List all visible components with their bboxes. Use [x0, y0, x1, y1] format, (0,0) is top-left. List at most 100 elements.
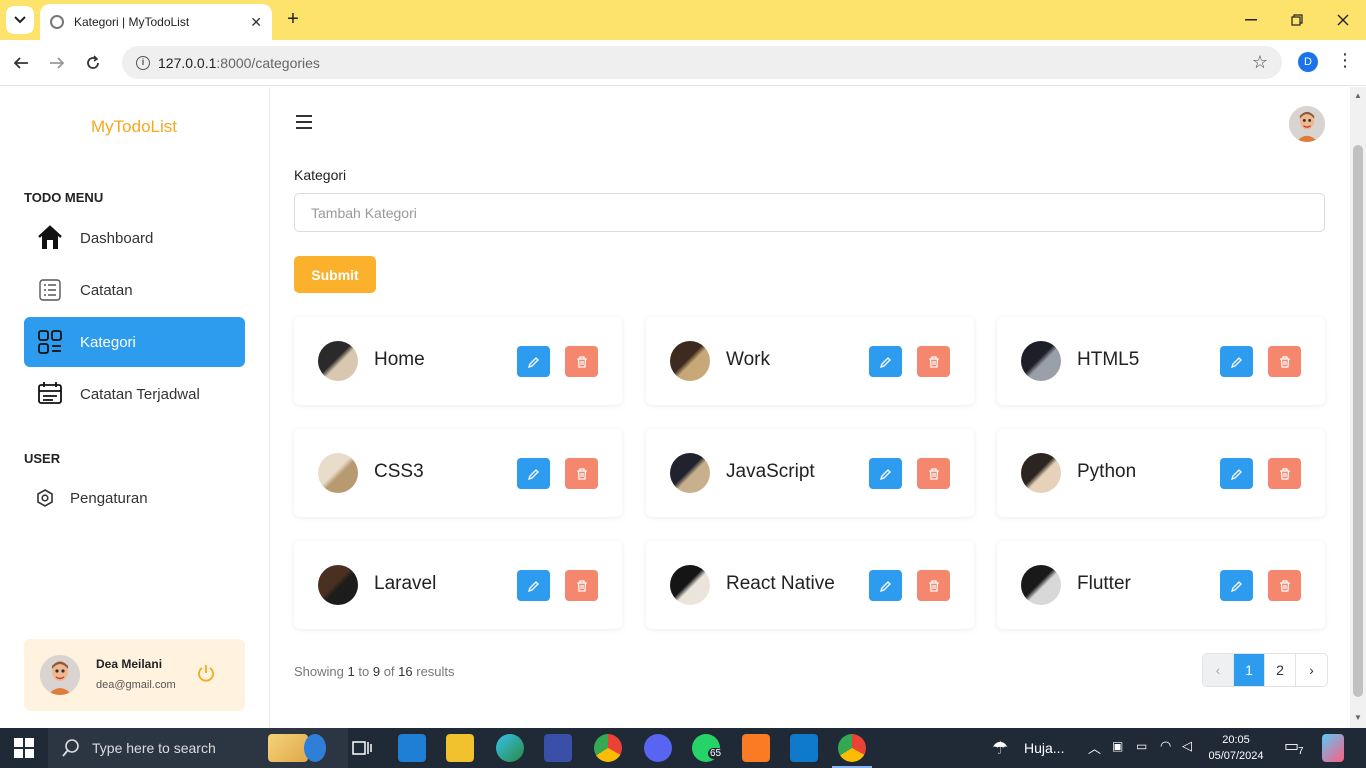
category-input[interactable] — [294, 193, 1325, 232]
tab-search-button[interactable] — [6, 6, 34, 34]
delete-category-button[interactable] — [565, 458, 598, 489]
trash-icon — [576, 579, 587, 592]
edit-icon — [1230, 468, 1242, 480]
user-email: dea@gmail.com — [96, 679, 176, 691]
discord-icon[interactable] — [644, 734, 672, 762]
mail-app-icon[interactable] — [398, 734, 426, 762]
file-explorer-icon[interactable] — [446, 734, 474, 762]
pagination-next[interactable]: › — [1296, 654, 1327, 686]
trash-icon — [928, 579, 939, 592]
whatsapp-icon[interactable]: 65 — [692, 734, 724, 762]
sidebar-item-pengaturan[interactable]: Pengaturan — [24, 473, 245, 523]
notification-icon[interactable]: ▭ — [1284, 736, 1299, 756]
globe-icon — [50, 15, 64, 29]
delete-category-button[interactable] — [1268, 458, 1301, 489]
power-icon[interactable] — [196, 663, 216, 683]
chrome-icon[interactable] — [594, 734, 622, 762]
scroll-thumb[interactable] — [1353, 145, 1363, 697]
edit-category-button[interactable] — [869, 570, 902, 601]
scroll-down-icon[interactable]: ▼ — [1354, 713, 1362, 722]
browser-profile-avatar[interactable]: D — [1298, 52, 1318, 72]
clock[interactable]: 20:05 05/07/2024 — [1206, 732, 1266, 764]
copilot-tray-icon[interactable] — [1322, 734, 1344, 762]
tray-meet-icon[interactable]: ▣ — [1112, 739, 1123, 753]
delete-category-button[interactable] — [917, 346, 950, 377]
edit-icon — [527, 356, 539, 368]
menu-toggle-icon[interactable] — [296, 115, 312, 129]
page-scrollbar[interactable]: ▲ ▼ — [1350, 87, 1366, 728]
edit-category-button[interactable] — [1220, 570, 1253, 601]
trash-icon — [928, 467, 939, 480]
wifi-icon[interactable]: ◠ — [1160, 738, 1171, 754]
edit-category-button[interactable] — [869, 346, 902, 377]
search-icon — [62, 739, 79, 757]
delete-category-button[interactable] — [565, 570, 598, 601]
sidebar-item-catatan-terjadwal[interactable]: Catatan Terjadwal — [24, 369, 245, 419]
category-card: CSS3 — [294, 429, 622, 517]
edit-category-button[interactable] — [1220, 458, 1253, 489]
sidebar-item-label: Dashboard — [80, 229, 154, 247]
minimize-button[interactable] — [1236, 8, 1266, 32]
task-view-icon[interactable] — [348, 734, 376, 762]
sidebar-item-label: Catatan — [80, 281, 133, 299]
app-launcher-icon[interactable] — [544, 734, 572, 762]
edit-category-button[interactable] — [869, 458, 902, 489]
sidebar-item-label: Catatan Terjadwal — [80, 385, 200, 403]
tray-chevron-icon[interactable]: ︿ — [1088, 738, 1101, 757]
delete-category-button[interactable] — [917, 458, 950, 489]
windows-start-icon[interactable] — [14, 738, 34, 758]
weather-text[interactable]: Huja... — [1024, 740, 1064, 756]
site-info-icon[interactable]: i — [136, 55, 150, 70]
address-bar[interactable]: i 127.0.0.1:8000/categories ☆ — [122, 46, 1282, 79]
tab-close-icon[interactable]: ✕ — [250, 14, 262, 31]
edge-browser-icon[interactable] — [496, 734, 524, 762]
volume-icon[interactable]: ◁ — [1182, 738, 1192, 754]
pagination-page-1[interactable]: 1 — [1234, 654, 1265, 686]
edit-category-button[interactable] — [517, 346, 550, 377]
category-name: CSS3 — [374, 461, 424, 482]
sidebar-item-kategori[interactable]: Kategori — [24, 317, 245, 367]
copilot-icon[interactable] — [304, 734, 326, 762]
user-name: Dea Meilani — [96, 657, 163, 671]
xampp-icon[interactable] — [742, 734, 770, 762]
submit-button[interactable]: Submit — [294, 256, 376, 293]
edit-category-button[interactable] — [517, 570, 550, 601]
restore-button[interactable] — [1282, 8, 1312, 32]
new-tab-button[interactable]: + — [282, 8, 304, 30]
weather-icon[interactable]: ☂ — [992, 738, 1008, 759]
bookmark-star-icon[interactable]: ☆ — [1252, 52, 1268, 73]
forward-button[interactable] — [44, 50, 70, 76]
edit-category-button[interactable] — [517, 458, 550, 489]
header-avatar[interactable] — [1289, 106, 1325, 142]
edit-category-button[interactable] — [1220, 346, 1253, 377]
category-thumbnail — [1021, 341, 1061, 381]
delete-category-button[interactable] — [1268, 570, 1301, 601]
trash-icon — [576, 467, 587, 480]
category-form-label: Kategori — [294, 167, 347, 183]
battery-icon[interactable]: ▭ — [1136, 739, 1147, 753]
edit-icon — [879, 580, 891, 592]
delete-category-button[interactable] — [565, 346, 598, 377]
reload-button[interactable] — [80, 50, 106, 76]
avatar[interactable] — [40, 655, 80, 695]
vscode-icon[interactable] — [790, 734, 818, 762]
user-card: Dea Meilani dea@gmail.com — [24, 639, 245, 711]
news-widget-icon[interactable] — [268, 734, 308, 762]
category-name: JavaScript — [726, 461, 815, 482]
category-card: React Native — [646, 541, 974, 629]
sidebar-item-dashboard[interactable]: Dashboard — [24, 213, 245, 263]
sidebar-item-catatan[interactable]: Catatan — [24, 265, 245, 315]
browser-menu-icon[interactable]: ⋮ — [1336, 50, 1354, 71]
chrome-profile-icon[interactable] — [838, 734, 866, 762]
back-button[interactable] — [8, 50, 34, 76]
category-thumbnail — [670, 341, 710, 381]
delete-category-button[interactable] — [1268, 346, 1301, 377]
scroll-up-icon[interactable]: ▲ — [1354, 91, 1362, 100]
pagination-page-2[interactable]: 2 — [1265, 654, 1296, 686]
delete-category-button[interactable] — [917, 570, 950, 601]
category-name: Home — [374, 349, 425, 370]
brand-logo[interactable]: MyTodoList — [0, 117, 268, 137]
close-window-button[interactable] — [1328, 8, 1358, 32]
notes-icon — [36, 276, 64, 304]
browser-tab-active[interactable]: Kategori | MyTodoList ✕ — [40, 4, 272, 40]
